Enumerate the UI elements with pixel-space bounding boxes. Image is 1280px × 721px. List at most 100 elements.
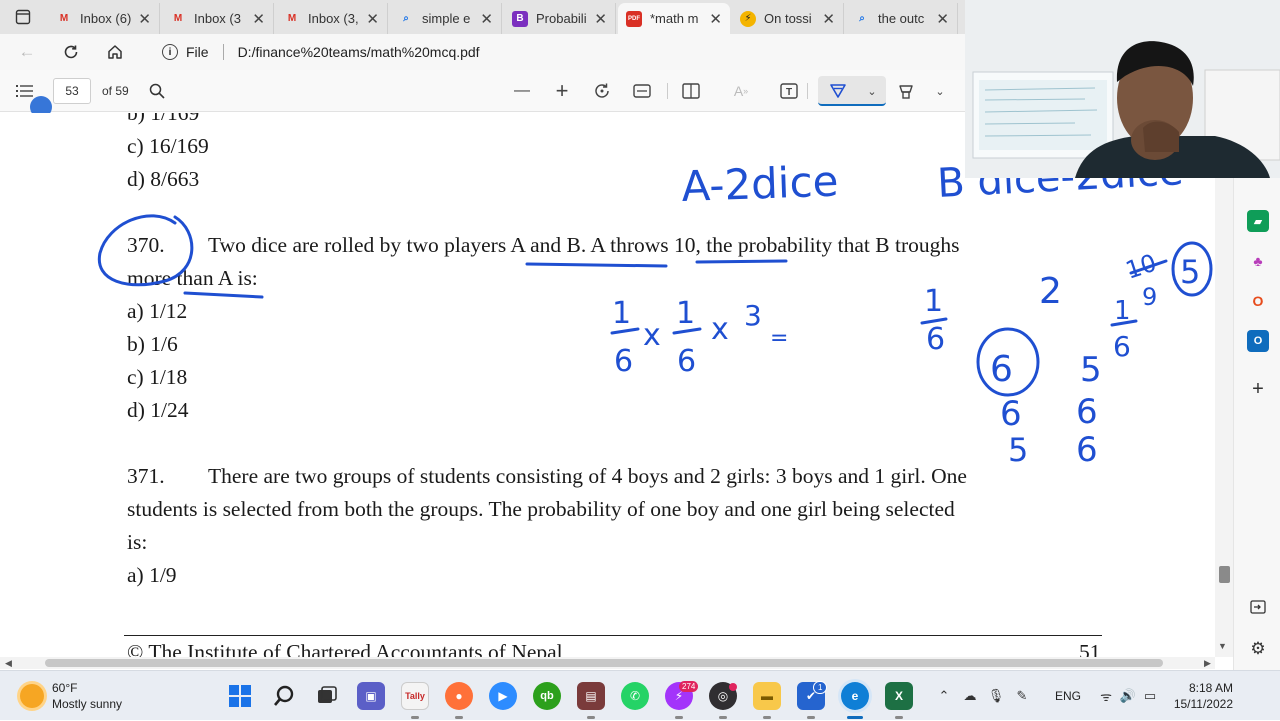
draw-icon [828, 81, 848, 101]
task-view-button[interactable] [313, 682, 341, 710]
tab-actions-icon [15, 9, 31, 25]
settings-gear-icon[interactable]: ⚙ [1247, 638, 1269, 660]
tab-actions-button[interactable] [8, 6, 38, 28]
address-bar[interactable]: i File D:/finance%20teams/math%20mcq.pdf [150, 38, 960, 66]
gmail-icon: M [287, 13, 297, 24]
sidebar-toggle-icon[interactable] [1247, 596, 1269, 618]
ink-number: 5 [1008, 431, 1028, 469]
games-icon[interactable]: ♣ [1247, 250, 1269, 272]
wifi-icon[interactable]: ᯤ [1097, 687, 1115, 705]
clock-date: 15/11/2022 [1173, 697, 1233, 711]
office-icon[interactable]: O [1247, 290, 1269, 312]
scroll-down-icon[interactable]: ▼ [1218, 641, 1227, 651]
running-indicator [411, 716, 419, 719]
ink-times: x [711, 312, 729, 347]
chevron-up-icon[interactable]: ⌃ [935, 687, 953, 705]
ink-number: 2 [1039, 271, 1062, 312]
taskbar: 60°F Mostly sunny ▣ Tally ● ▶ qb ▤ ✆ ⚡ 2… [0, 670, 1280, 720]
whatsapp-icon[interactable]: ✆ [621, 682, 649, 710]
ink-number: 1 [1114, 296, 1131, 326]
tab-inbox-2[interactable]: M Inbox (3 ✕ [162, 3, 274, 34]
tab-title: *math m [650, 11, 699, 26]
zoom-in-icon[interactable]: + [552, 78, 572, 103]
svg-text:T: T [786, 87, 792, 98]
close-icon[interactable]: ✕ [594, 10, 607, 28]
ink-times: x [643, 318, 661, 353]
close-icon[interactable]: ✕ [366, 10, 379, 28]
teams-chat-icon[interactable]: ▣ [357, 682, 385, 710]
chevron-down-icon[interactable]: ⌄ [862, 81, 882, 101]
file-explorer-icon[interactable]: ▬ [753, 682, 781, 710]
weather-widget[interactable]: 60°F Mostly sunny [20, 680, 122, 712]
tab-probability[interactable]: B Probabili ✕ [504, 3, 616, 34]
horizontal-scroll-thumb[interactable] [45, 659, 1163, 667]
start-button[interactable] [226, 682, 254, 710]
tally-icon[interactable]: Tally [401, 682, 429, 710]
battery-icon[interactable]: ▭ [1141, 687, 1159, 705]
refresh-icon[interactable] [60, 41, 82, 63]
navigation-bar: ← i File D:/finance%20teams/math%20mcq.p… [0, 34, 965, 70]
close-icon[interactable]: ✕ [138, 10, 151, 28]
pen-icon[interactable]: ✎ [1013, 687, 1031, 705]
running-indicator [455, 716, 463, 719]
toolbar-divider [807, 83, 808, 99]
fit-to-width-icon[interactable] [632, 81, 652, 101]
zoom-icon[interactable]: ▶ [489, 682, 517, 710]
tab-the-outcome[interactable]: ⌕ the outc ✕ [846, 3, 958, 34]
ink-number: 1 [676, 296, 695, 331]
gmail-icon: M [173, 13, 183, 24]
contents-list-icon[interactable] [15, 81, 35, 101]
scroll-left-icon[interactable]: ◀ [5, 658, 12, 669]
read-aloud-icon[interactable]: A» [731, 81, 751, 101]
lightning-icon: ⚡ [740, 10, 756, 27]
onedrive-icon[interactable]: ☁ [961, 687, 979, 705]
clock[interactable]: 8:18 AM 15/11/2022 [1168, 680, 1233, 712]
firefox-icon[interactable]: ● [445, 682, 473, 710]
tab-title: the outc [878, 11, 925, 26]
volume-icon[interactable]: 🔊 [1119, 687, 1137, 705]
webcam-overlay [965, 0, 1280, 178]
ink-number: 6 [1076, 430, 1098, 470]
tab-on-tossing[interactable]: ⚡ On tossi ✕ [732, 3, 844, 34]
language-indicator[interactable]: ENG [1055, 689, 1081, 703]
quickbooks-icon[interactable]: qb [533, 682, 561, 710]
edge-icon[interactable]: e [841, 682, 869, 710]
excel-icon[interactable]: X [885, 682, 913, 710]
rotate-icon[interactable] [592, 81, 612, 101]
page-view-icon[interactable] [681, 81, 701, 101]
tab-search-simple[interactable]: ⌕ simple e ✕ [390, 3, 502, 34]
close-icon[interactable]: ✕ [252, 10, 265, 28]
add-icon[interactable]: + [1247, 378, 1269, 400]
tab-inbox-3[interactable]: M Inbox (3, ✕ [276, 3, 388, 34]
home-icon[interactable] [104, 41, 126, 63]
ink-number: 5 [1180, 253, 1200, 291]
scroll-right-icon[interactable]: ▶ [1204, 658, 1211, 669]
back-arrow-icon[interactable]: ← [16, 41, 38, 63]
outlook-icon[interactable]: O [1247, 330, 1269, 352]
close-icon[interactable]: ✕ [480, 10, 493, 28]
info-icon[interactable]: i [162, 44, 178, 60]
tab-math-mcq[interactable]: PDF *math m ✕ [618, 3, 730, 34]
tools-icon[interactable]: ▰ [1247, 210, 1269, 232]
address-url[interactable]: D:/finance%20teams/math%20mcq.pdf [238, 44, 480, 60]
tab-title: Inbox (3, [308, 11, 359, 26]
search-icon[interactable] [147, 81, 167, 101]
zoom-out-icon[interactable]: — [512, 81, 532, 101]
search-button[interactable] [270, 682, 298, 710]
b-icon: B [512, 10, 528, 27]
search-icon: ⌕ [859, 13, 865, 24]
close-icon[interactable]: ✕ [709, 10, 722, 28]
vertical-scroll-thumb[interactable] [1219, 566, 1230, 583]
chevron-down-icon[interactable]: ⌄ [930, 81, 950, 101]
page-number-input[interactable]: 53 [53, 78, 91, 104]
close-icon[interactable]: ✕ [822, 10, 835, 28]
microphone-icon[interactable]: 🎙 [987, 687, 1005, 705]
draw-button[interactable]: ⌄ [818, 76, 886, 106]
winrar-icon[interactable]: ▤ [577, 682, 605, 710]
tab-title: On tossi [764, 11, 812, 26]
system-tray: ⌃ ☁ 🎙 ✎ ENG ᯤ 🔊 ▭ 8:18 AM 15/11/2022 [935, 671, 1280, 721]
text-box-icon[interactable]: T [779, 81, 799, 101]
tab-inbox-1[interactable]: M Inbox (6) ✕ [48, 3, 160, 34]
highlight-icon[interactable] [896, 81, 916, 101]
close-icon[interactable]: ✕ [936, 10, 949, 28]
